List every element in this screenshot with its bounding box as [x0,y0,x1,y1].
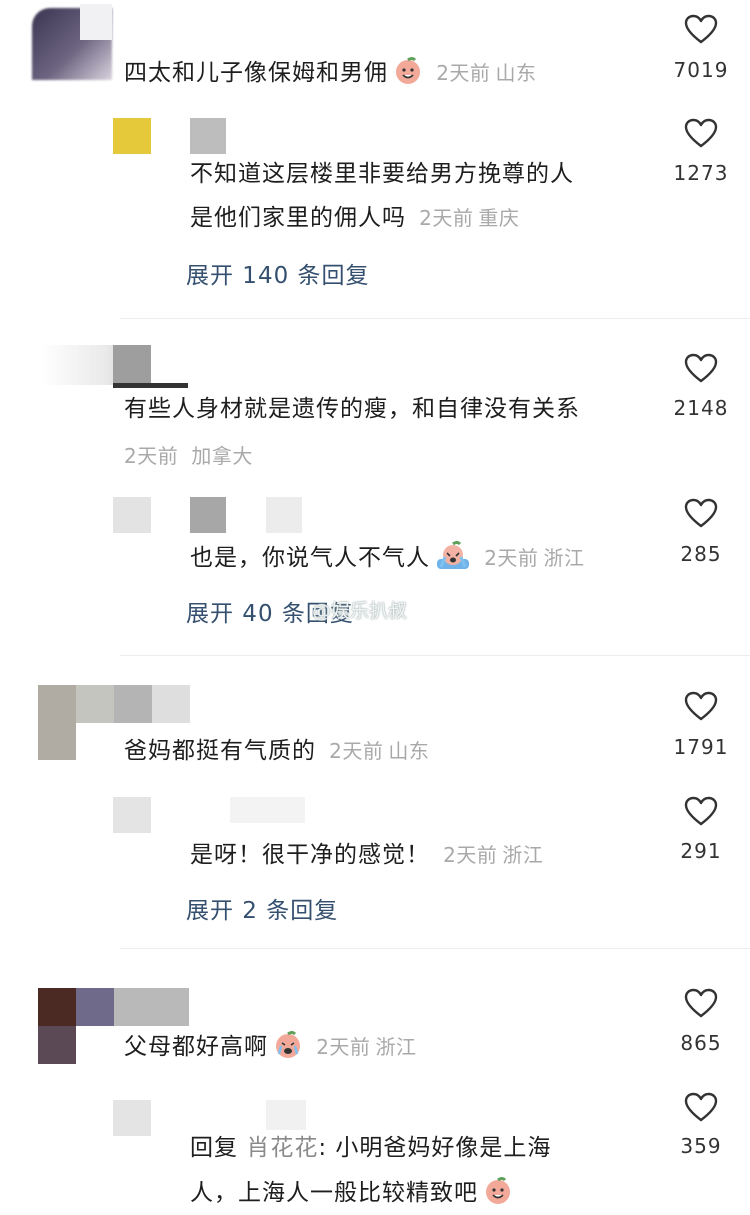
reply-text-line1: 不知道这层楼里非要给男方挽尊的人 [190,161,574,187]
comment-text: 有些人身材就是遗传的瘦，和自律没有关系 [124,396,580,422]
comment-location: 山东 [495,61,537,85]
comment-row: 也是，你说气人不气人 2天前 浙江 [190,541,585,575]
divider [120,948,750,949]
like-heart-icon[interactable] [684,691,718,721]
divider [120,318,750,319]
comment-text: 四太和儿子像保姆和男佣 [124,60,388,86]
expand-replies-button[interactable]: 展开 140 条回复 [186,256,370,290]
reply-to-username[interactable]: 肖花花 [246,1135,318,1161]
comment-row: 是他们家里的佣人吗 2天前 重庆 [190,202,519,232]
username-blur [152,685,190,723]
like-count: 1791 [673,735,729,759]
comment-row: 四太和儿子像保姆和男佣 2天前 山东 [124,56,537,90]
comment-time: 2天前 [419,206,474,230]
comment-row: 是呀！很干净的感觉！ 2天前 浙江 [190,839,543,869]
avatar[interactable] [113,497,151,533]
reply-text-line2: 人，上海人一般比较精致吧 [190,1180,478,1206]
username-blur [114,685,152,723]
divider [120,655,750,656]
comment-time: 2天前 [124,444,179,468]
like-count: 285 [680,542,722,566]
username-blur [113,345,151,383]
avatar[interactable] [113,118,151,154]
avatar[interactable] [113,797,151,833]
expand-replies-button[interactable]: 展开 2 条回复 [186,891,338,925]
comment-meta: 2天前 加拿大 [124,440,253,469]
watermark: @娱乐扒叔 [312,600,408,622]
comment-time: 2天前 [443,843,498,867]
like-count: 1273 [673,161,729,185]
comment-time: 2天前 [316,1035,371,1059]
username-blur [113,383,188,388]
like-count: 291 [680,839,722,863]
reply-text: 是呀！很干净的感觉！ [190,842,430,868]
like-count: 7019 [673,58,729,82]
like-heart-icon[interactable] [684,796,718,826]
like-count: 2148 [673,396,729,420]
comment-time: 2天前 [329,739,384,763]
username-blur [76,988,114,1026]
reply-text-line2: 是他们家里的佣人吗 [190,205,406,231]
avatar[interactable] [38,685,76,760]
like-heart-icon[interactable] [684,1092,718,1122]
peach-smile-emoji-icon [393,56,423,90]
avatar[interactable] [38,988,76,1026]
like-heart-icon[interactable] [684,498,718,528]
avatar [38,1026,76,1064]
reply-text-line1: 回复 肖花花: 小明爸妈好像是上海 [190,1134,551,1162]
comment-time: 2天前 [484,546,539,570]
username-blur [76,685,114,723]
comment-text: 爸妈都挺有气质的 [124,738,316,764]
like-count: 359 [680,1134,722,1158]
comment-row: 父母都好高啊 2天前 浙江 [124,1030,417,1064]
username-blur [190,118,226,154]
like-heart-icon[interactable] [684,118,718,148]
reply-prefix: 回复 [190,1135,238,1161]
comment-row: 人，上海人一般比较精致吧 [190,1176,513,1210]
username-blur [230,797,305,823]
like-heart-icon[interactable] [684,353,718,383]
comment-location: 浙江 [502,843,544,867]
comment-time: 2天前 [436,61,491,85]
comment-location: 浙江 [543,546,585,570]
like-count: 865 [680,1031,722,1055]
username-blur [80,4,112,40]
crying-emoji-icon [435,541,471,575]
crying-emoji-icon [273,1030,303,1064]
like-heart-icon[interactable] [684,988,718,1018]
username-blur [114,988,189,1026]
like-heart-icon[interactable] [684,14,718,44]
reply-body: : 小明爸妈好像是上海 [318,1135,552,1161]
comment-location: 山东 [388,739,430,763]
peach-smile-emoji-icon [483,1176,513,1210]
comment-location: 重庆 [478,206,520,230]
reply-text: 也是，你说气人不气人 [190,545,430,571]
username-blur [190,497,226,533]
comment-row: 爸妈都挺有气质的 2天前 山东 [124,735,429,765]
comment-text: 父母都好高啊 [124,1034,268,1060]
username-blur [266,1100,306,1130]
avatar[interactable] [113,1100,151,1136]
comment-location: 浙江 [375,1035,417,1059]
username-blur [266,497,302,533]
comment-location: 加拿大 [191,444,253,468]
